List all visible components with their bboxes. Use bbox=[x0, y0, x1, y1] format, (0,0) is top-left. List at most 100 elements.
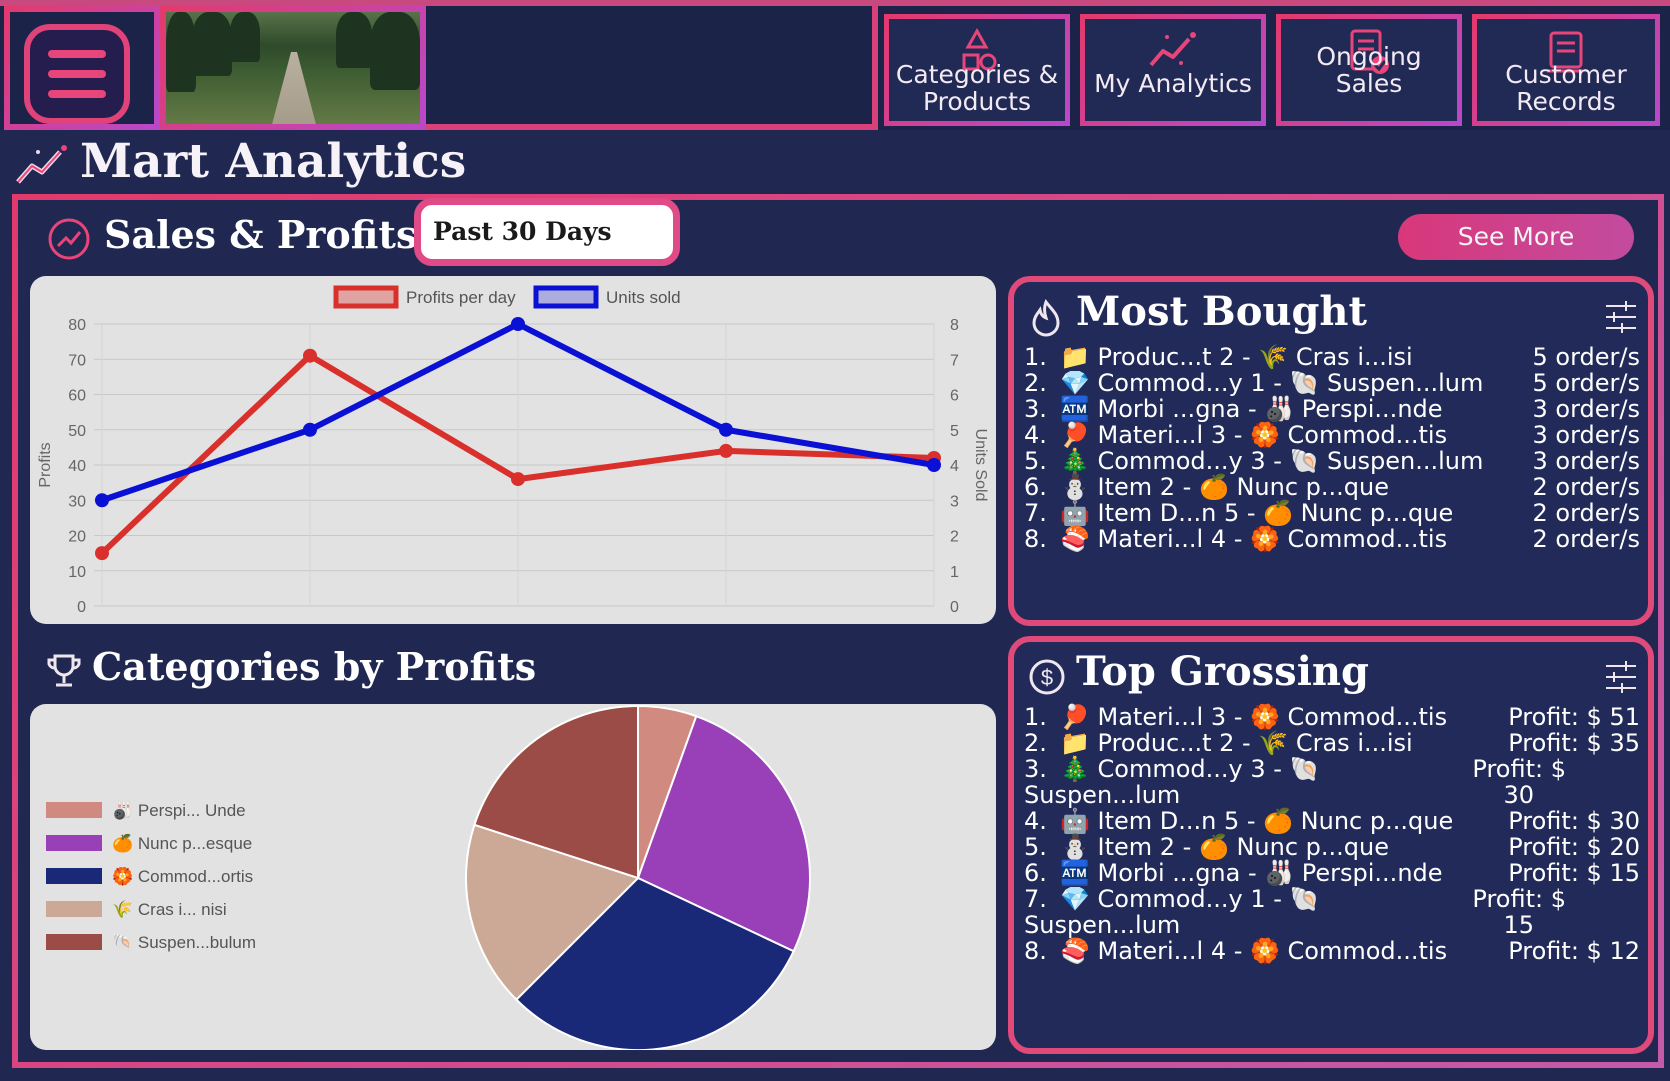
rank-row[interactable]: 7. 🤖 Item D...n 5 - 🍊 Nunc p...que 2 order… bbox=[1024, 500, 1640, 526]
flame-icon bbox=[1032, 298, 1060, 337]
rank-value: 5 order/s bbox=[1532, 369, 1640, 397]
trend-circle-icon bbox=[48, 218, 90, 260]
rank-number: 5. bbox=[1024, 833, 1047, 861]
rank-item-text: 🎄 Commod...y 3 - 🐚 Suspen...lum bbox=[1060, 447, 1484, 475]
tab-my-analytics[interactable]: My Analytics bbox=[1080, 14, 1266, 126]
rank-row[interactable]: 3. 🎄 Commod...y 3 - 🐚 Profit: $ bbox=[1024, 756, 1640, 782]
y2-tick-label: 1 bbox=[950, 564, 959, 581]
tab-customer-records[interactable]: Customer Records bbox=[1472, 14, 1660, 126]
rank-value: 2 order/s bbox=[1532, 473, 1640, 501]
legend-swatch bbox=[533, 285, 599, 309]
rank-value: Profit: $ 30 bbox=[1508, 807, 1640, 835]
rank-value: Profit: $ 15 bbox=[1508, 859, 1640, 887]
y-tick-label: 0 bbox=[77, 599, 86, 616]
data-point bbox=[303, 348, 317, 363]
rank-item-text: 🏓 Materi...l 3 - 🏵️ Commod...tis bbox=[1060, 421, 1448, 449]
most-bought-title: Most Bought bbox=[1076, 288, 1367, 335]
tab-categories-products[interactable]: Categories & Products bbox=[884, 14, 1070, 126]
rank-value: Profit: $ 12 bbox=[1508, 937, 1640, 965]
categories-pie-chart: 🎳 Perspi... Unde 🍊 Nunc p...esque 🏵️ Commo… bbox=[46, 704, 811, 1051]
legend-swatch bbox=[46, 901, 102, 917]
data-point bbox=[719, 422, 733, 437]
y2-tick-label: 4 bbox=[950, 458, 959, 475]
rank-number: 3. bbox=[1024, 755, 1047, 783]
rank-number: 3. bbox=[1024, 395, 1047, 423]
rank-item-text: 🍣 Materi...l 4 - 🏵️ Commod...tis bbox=[1060, 937, 1448, 965]
rank-number: 8. bbox=[1024, 937, 1047, 965]
y-tick-label: 40 bbox=[68, 458, 86, 475]
sales-profits-chart-card: 0 10 20 30 40 50 60 70 80 0 1 2 3 4 5 6 7 8 Profits Units S… bbox=[30, 276, 996, 624]
rank-item-text: 🍣 Materi...l 4 - 🏵️ Commod...tis bbox=[1060, 525, 1448, 553]
see-more-button[interactable]: See More bbox=[1398, 214, 1634, 260]
tab-label: My Analytics bbox=[1094, 69, 1252, 98]
y2-tick-label: 2 bbox=[950, 529, 959, 546]
rank-row[interactable]: 4. 🏓 Materi...l 3 - 🏵️ Commod...tis 3 orde… bbox=[1024, 422, 1640, 448]
data-point bbox=[95, 546, 109, 561]
period-select[interactable]: Past 30 Days bbox=[414, 198, 680, 266]
tab-label: Categories & Products bbox=[895, 60, 1059, 116]
rank-row[interactable]: 6. ⛄ Item 2 - 🍊 Nunc p...que 2 order/s bbox=[1024, 474, 1640, 500]
y-tick-label: 60 bbox=[68, 388, 86, 405]
filter-sliders-icon[interactable] bbox=[1604, 300, 1638, 334]
dollar-circle-icon: $ bbox=[1029, 659, 1065, 695]
y2-tick-label: 0 bbox=[950, 599, 959, 616]
rank-row[interactable]: 5. ⛄ Item 2 - 🍊 Nunc p...que Profit: $ 20 bbox=[1024, 834, 1640, 860]
rank-row[interactable]: 5. 🎄 Commod...y 3 - 🐚 Suspen...lum 3 order… bbox=[1024, 448, 1640, 474]
y2-axis-label: Units Sold bbox=[972, 429, 989, 502]
sales-profits-title: Sales & Profits bbox=[104, 212, 418, 257]
y-tick-label: 20 bbox=[68, 529, 86, 546]
nav-spacer bbox=[426, 6, 878, 130]
legend-label: 🍊 Nunc p...esque bbox=[112, 833, 252, 853]
rank-item-text: 🤖 Item D...n 5 - 🍊 Nunc p...que bbox=[1060, 499, 1454, 527]
rank-item-text: 📁 Produc...t 2 - 🌾 Cras i...isi bbox=[1060, 729, 1413, 757]
categories-by-profits-title: Categories by Profits bbox=[92, 644, 537, 689]
tab-label: Customer Records bbox=[1505, 60, 1627, 116]
analytics-icon bbox=[1149, 32, 1196, 67]
rank-item-text: 🏧 Morbi ...gna - 🎳 Perspi...nde bbox=[1060, 395, 1443, 423]
menu-line-icon bbox=[48, 70, 106, 78]
legend-label: Profits per day bbox=[406, 288, 516, 307]
rank-number: 6. bbox=[1024, 859, 1047, 887]
analytics-icon bbox=[16, 145, 67, 184]
legend-label: 🏵️ Commod...ortis bbox=[112, 866, 253, 887]
rank-value: Profit: $ 51 bbox=[1508, 703, 1640, 731]
y2-tick-label: 7 bbox=[950, 352, 959, 369]
legend-label: 🌾 Cras i... nisi bbox=[112, 900, 227, 919]
top-navigation-bar: Categories & Products My Analytics Ongoin… bbox=[0, 0, 1670, 130]
rank-value: Profit: $ 20 bbox=[1508, 833, 1640, 861]
rank-row[interactable]: 2. 📁 Produc...t 2 - 🌾 Cras i...isi Profit:… bbox=[1024, 730, 1640, 756]
hamburger-menu-button[interactable] bbox=[24, 24, 130, 124]
trophy-icon bbox=[47, 654, 81, 687]
rank-value: 3 order/s bbox=[1532, 421, 1640, 449]
svg-text:$: $ bbox=[1041, 665, 1053, 690]
data-point bbox=[927, 458, 941, 472]
legend-swatch bbox=[333, 285, 399, 309]
tab-ongoing-sales[interactable]: Ongoing Sales bbox=[1276, 14, 1462, 126]
rank-row[interactable]: 6. 🏧 Morbi ...gna - 🎳 Perspi...nde Profit:… bbox=[1024, 860, 1640, 886]
rank-row[interactable]: 4. 🤖 Item D...n 5 - 🍊 Nunc p...que Profit:… bbox=[1024, 808, 1640, 834]
rank-value: 2 order/s bbox=[1532, 525, 1640, 553]
rank-number: 5. bbox=[1024, 447, 1047, 475]
menu-cell bbox=[4, 6, 160, 130]
rank-row-wrap: Suspen...lum 15 bbox=[1024, 912, 1640, 938]
rank-number: 2. bbox=[1024, 369, 1047, 397]
rank-item-text: 🏧 Morbi ...gna - 🎳 Perspi...nde bbox=[1060, 859, 1443, 887]
rank-row[interactable]: 1. 🏓 Materi...l 3 - 🏵️ Commod...tis Profit… bbox=[1024, 704, 1640, 730]
rank-number: 7. bbox=[1024, 885, 1047, 913]
rank-item-text-wrap: Suspen...lum bbox=[1024, 911, 1181, 939]
top-grossing-card: $ Top Grossing 1. 🏓 Materi...l 3 - 🏵️ Com… bbox=[1008, 636, 1654, 1054]
rank-row[interactable]: 8. 🍣 Materi...l 4 - 🏵️ Commod...tis 2 orde… bbox=[1024, 526, 1640, 552]
y-tick-label: 10 bbox=[68, 564, 86, 581]
rank-value: Profit: $ 35 bbox=[1508, 729, 1640, 757]
rank-row[interactable]: 2. 💎 Commod...y 1 - 🐚 Suspen...lum 5 order… bbox=[1024, 370, 1640, 396]
rank-row[interactable]: 8. 🍣 Materi...l 4 - 🏵️ Commod...tis Profit… bbox=[1024, 938, 1640, 964]
rank-row[interactable]: 1. 📁 Produc...t 2 - 🌾 Cras i...isi 5 order… bbox=[1024, 344, 1640, 370]
rank-number: 4. bbox=[1024, 807, 1047, 835]
rank-row[interactable]: 7. 💎 Commod...y 1 - 🐚 Profit: $ bbox=[1024, 886, 1640, 912]
rank-row[interactable]: 3. 🏧 Morbi ...gna - 🎳 Perspi...nde 3 order… bbox=[1024, 396, 1640, 422]
filter-sliders-icon[interactable] bbox=[1604, 660, 1638, 694]
rank-value: Profit: $ bbox=[1472, 755, 1566, 783]
rank-value-wrap: 15 bbox=[1503, 911, 1534, 939]
legend-label: Units sold bbox=[606, 288, 681, 307]
data-point bbox=[511, 472, 525, 487]
